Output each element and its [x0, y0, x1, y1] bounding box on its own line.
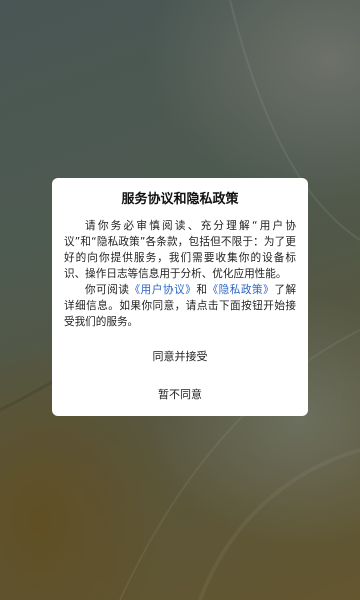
paragraph-and: 和 — [196, 284, 208, 296]
privacy-policy-link[interactable]: 《隐私政策》 — [208, 284, 275, 296]
privacy-agreement-dialog: 服务协议和隐私政策 请你务必审慎阅读、充分理解“用户协议”和“隐私政策”各条款，… — [52, 178, 308, 416]
user-agreement-link[interactable]: 《用户协议》 — [130, 284, 197, 296]
dialog-paragraph-consent: 请你务必审慎阅读、充分理解“用户协议”和“隐私政策”各条款，包括但不限于：为了更… — [64, 220, 296, 280]
agree-and-accept-button[interactable]: 同意并接受 — [143, 347, 218, 367]
paragraph-prefix: 你可阅读 — [85, 284, 130, 296]
disagree-button[interactable]: 暂不同意 — [148, 385, 212, 405]
disagree-row: 暂不同意 — [52, 383, 308, 405]
dialog-body: 请你务必审慎阅读、充分理解“用户协议”和“隐私政策”各条款，包括但不限于：为了更… — [64, 218, 296, 330]
dialog-title: 服务协议和隐私政策 — [121, 192, 239, 207]
dialog-paragraph-links: 你可阅读《用户协议》和《隐私政策》了解详细信息。如果你同意，请点击下面按钮开始接… — [64, 282, 296, 330]
agree-row: 同意并接受 — [52, 345, 308, 367]
